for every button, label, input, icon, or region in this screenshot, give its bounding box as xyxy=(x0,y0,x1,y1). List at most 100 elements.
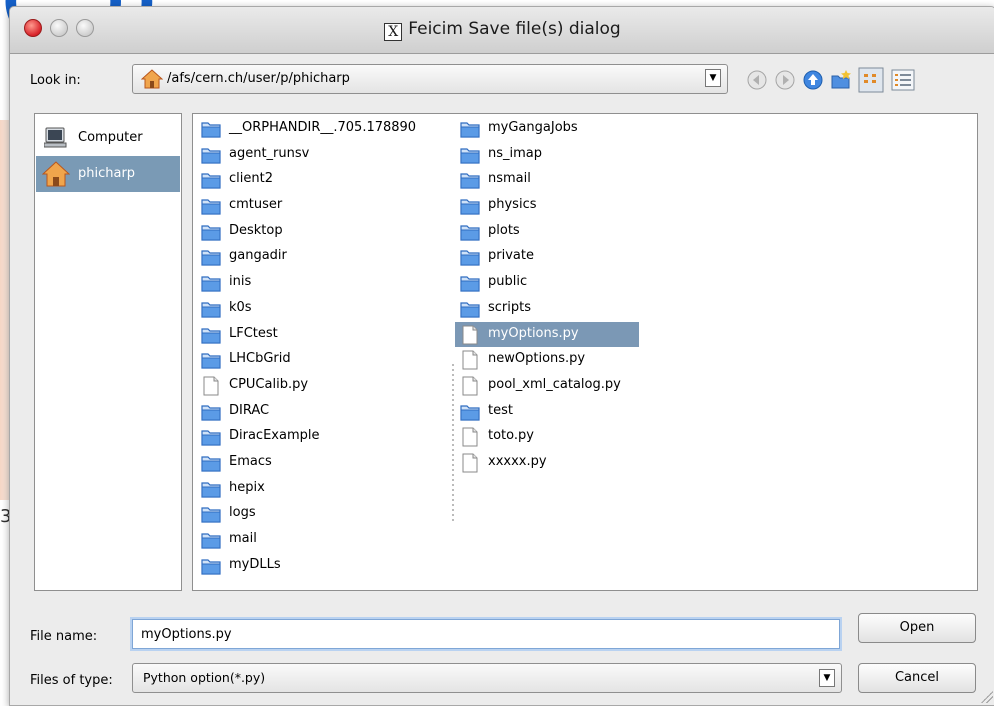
window-title: X Feicim Save file(s) dialog xyxy=(10,19,994,41)
file-row[interactable]: LFCtest xyxy=(193,322,453,348)
file-row[interactable]: xxxxx.py xyxy=(452,450,712,476)
folder-icon xyxy=(201,145,221,165)
file-name-input[interactable] xyxy=(132,619,840,649)
look-in-dropdown[interactable]: /afs/cern.ch/user/p/phicharp ▼ xyxy=(132,64,728,94)
folder-icon xyxy=(201,325,221,345)
file-row[interactable]: logs xyxy=(193,501,453,527)
folder-icon xyxy=(460,273,480,293)
file-name: gangadir xyxy=(229,248,287,264)
file-row[interactable]: private xyxy=(452,244,712,270)
file-row[interactable]: client2 xyxy=(193,167,453,193)
files-of-type-value: Python option(*.py) xyxy=(143,670,266,685)
file-row[interactable]: agent_runsv xyxy=(193,142,453,168)
resize-grip[interactable] xyxy=(981,691,993,703)
file-row[interactable]: physics xyxy=(452,193,712,219)
folder-icon xyxy=(201,247,221,267)
file-row[interactable]: plots xyxy=(452,219,712,245)
place-label: Computer xyxy=(78,130,143,145)
back-icon[interactable] xyxy=(746,69,768,91)
folder-icon xyxy=(201,427,221,447)
file-row[interactable]: toto.py xyxy=(452,424,712,450)
file-name: pool_xml_catalog.py xyxy=(488,376,621,392)
file-row[interactable]: Emacs xyxy=(193,450,453,476)
folder-icon xyxy=(201,222,221,242)
file-name: LFCtest xyxy=(229,325,278,341)
file-row[interactable]: DIRAC xyxy=(193,399,453,425)
file-row[interactable]: gangadir xyxy=(193,244,453,270)
folder-icon xyxy=(460,170,480,190)
file-icon xyxy=(460,350,480,370)
file-name-label: File name: xyxy=(30,629,98,644)
file-column-1: __ORPHANDIR__.705.178890 agent_runsvclien… xyxy=(193,116,453,578)
file-row[interactable]: LHCbGrid xyxy=(193,347,453,373)
details-view-icon[interactable] xyxy=(890,67,916,93)
file-name: test xyxy=(488,402,513,418)
file-name: physics xyxy=(488,197,537,213)
cancel-button[interactable]: Cancel xyxy=(858,663,976,693)
file-name: myOptions.py xyxy=(488,325,579,341)
file-row[interactable]: pool_xml_catalog.py xyxy=(452,373,712,399)
file-row[interactable]: inis xyxy=(193,270,453,296)
file-row[interactable]: test xyxy=(452,399,712,425)
folder-icon xyxy=(460,145,480,165)
titlebar: X Feicim Save file(s) dialog xyxy=(10,7,994,54)
file-row[interactable]: public xyxy=(452,270,712,296)
folder-icon xyxy=(201,196,221,216)
file-row[interactable]: __ORPHANDIR__.705.178890 xyxy=(193,116,453,142)
file-row[interactable]: hepix xyxy=(193,476,453,502)
up-folder-icon[interactable] xyxy=(802,69,824,91)
file-name: nsmail xyxy=(488,171,531,187)
home-icon xyxy=(141,69,163,89)
file-row[interactable]: myGangaJobs xyxy=(452,116,712,142)
open-button[interactable]: Open xyxy=(858,613,976,643)
list-view-icon[interactable] xyxy=(858,67,884,93)
look-in-path: /afs/cern.ch/user/p/phicharp xyxy=(167,71,350,86)
file-name: agent_runsv xyxy=(229,145,310,161)
file-row[interactable]: k0s xyxy=(193,296,453,322)
file-name: ns_imap xyxy=(488,145,543,161)
file-row[interactable]: mail xyxy=(193,527,453,553)
chevron-down-icon[interactable]: ▼ xyxy=(819,669,835,687)
folder-icon xyxy=(460,247,480,267)
x11-app-icon: X xyxy=(384,23,403,41)
folder-icon xyxy=(201,479,221,499)
file-row[interactable]: Desktop xyxy=(193,219,453,245)
files-of-type-dropdown[interactable]: Python option(*.py) ▼ xyxy=(132,663,842,693)
file-name: inis xyxy=(229,274,252,290)
file-row[interactable]: scripts xyxy=(452,296,712,322)
file-name: CPUCalib.py xyxy=(229,376,309,392)
file-row[interactable]: CPUCalib.py xyxy=(193,373,453,399)
file-name: hepix xyxy=(229,479,265,495)
file-row[interactable]: DiracExample xyxy=(193,424,453,450)
file-row[interactable]: nsmail xyxy=(452,167,712,193)
file-name: private xyxy=(488,248,534,264)
file-row[interactable]: myOptions.py xyxy=(452,321,712,348)
file-name: DiracExample xyxy=(229,428,320,444)
file-row[interactable]: myDLLs xyxy=(193,553,453,579)
chevron-down-icon[interactable]: ▼ xyxy=(705,69,721,87)
file-name: Desktop xyxy=(229,222,283,238)
file-name: myDLLs xyxy=(229,556,281,572)
place-computer[interactable]: Computer xyxy=(36,120,180,156)
file-name: cmtuser xyxy=(229,197,283,213)
file-icon xyxy=(460,376,480,396)
file-name: k0s xyxy=(229,299,252,315)
save-dialog-window: X Feicim Save file(s) dialog Look in: /af… xyxy=(9,6,994,706)
file-list[interactable]: __ORPHANDIR__.705.178890 agent_runsvclien… xyxy=(192,113,978,591)
file-row[interactable]: cmtuser xyxy=(193,193,453,219)
places-panel: Computer phicharp xyxy=(34,113,182,591)
folder-icon xyxy=(460,222,480,242)
new-folder-icon[interactable] xyxy=(830,69,852,91)
file-name: plots xyxy=(488,222,520,238)
folder-icon xyxy=(460,119,480,139)
file-icon xyxy=(460,427,480,447)
file-icon xyxy=(460,325,480,345)
file-row[interactable]: ns_imap xyxy=(452,142,712,168)
file-column-2: myGangaJobs ns_imapnsmail physics plots priv… xyxy=(452,116,712,476)
folder-icon xyxy=(460,196,480,216)
computer-icon xyxy=(44,127,67,148)
file-row[interactable]: newOptions.py xyxy=(452,347,712,373)
place-home[interactable]: phicharp xyxy=(36,156,180,192)
forward-icon[interactable] xyxy=(774,69,796,91)
folder-icon xyxy=(201,556,221,576)
